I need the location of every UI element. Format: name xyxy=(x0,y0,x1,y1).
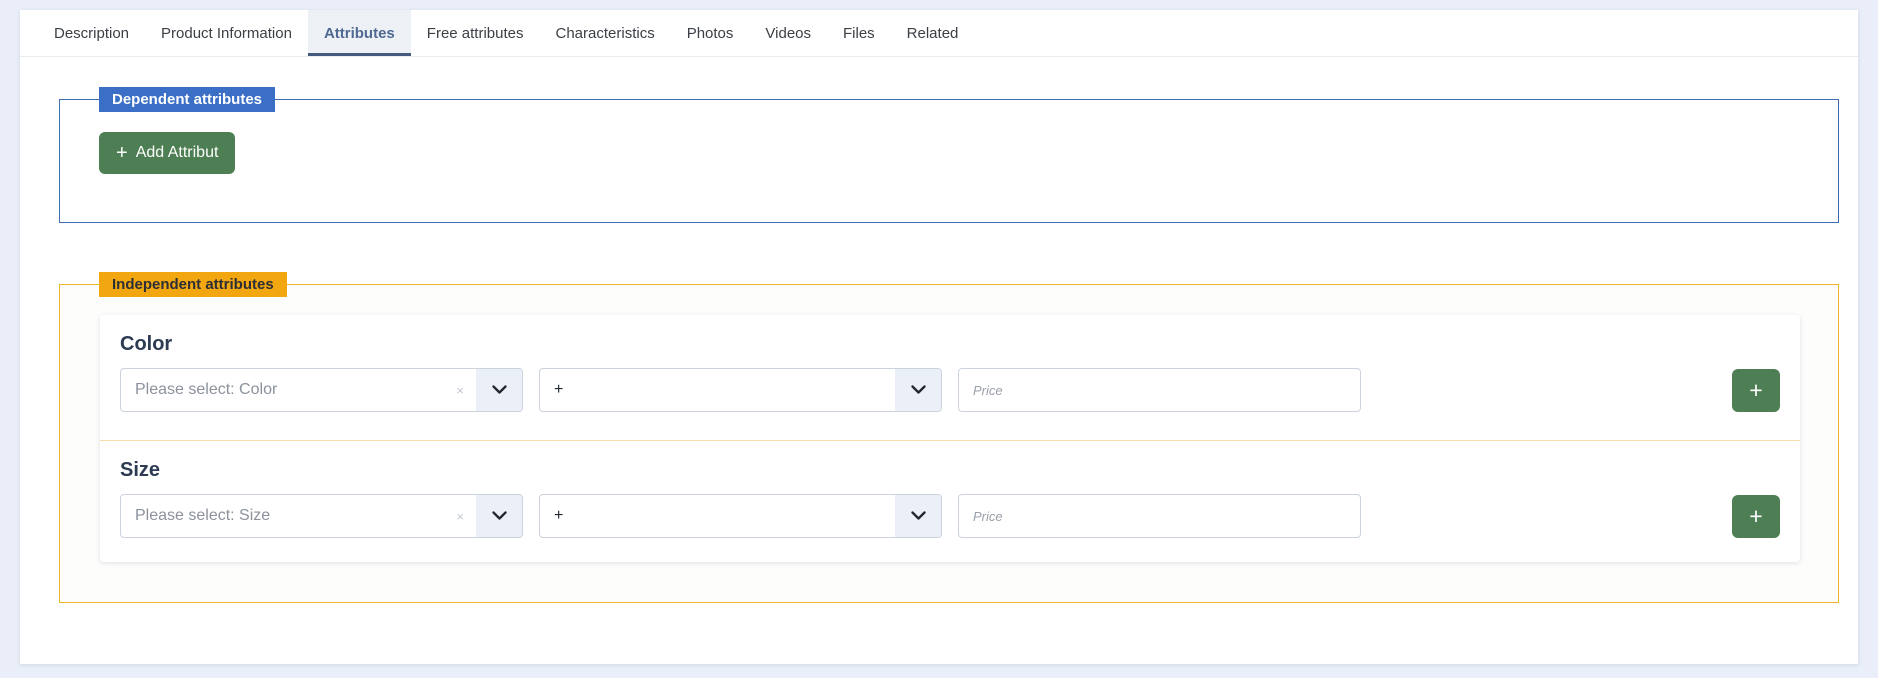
clear-icon[interactable]: × xyxy=(456,384,476,397)
select-placeholder: Please select: Color xyxy=(121,381,456,399)
clear-icon[interactable]: × xyxy=(456,510,476,523)
attribute-controls-row: Please select: Color × + xyxy=(120,368,1780,412)
page: Description Product Information Attribut… xyxy=(0,0,1878,678)
attribute-controls-row: Please select: Size × + xyxy=(120,494,1780,538)
chevron-down-icon[interactable] xyxy=(476,495,522,537)
attribute-group-title: Size xyxy=(120,459,1780,482)
select-placeholder: Please select: Size xyxy=(121,507,456,525)
tab-bar: Description Product Information Attribut… xyxy=(20,10,1858,57)
attribute-group-color: Color Please select: Color × + xyxy=(100,315,1800,440)
tab-files[interactable]: Files xyxy=(827,10,891,56)
tab-description[interactable]: Description xyxy=(38,10,145,56)
add-color-value-button[interactable]: + xyxy=(1732,369,1780,412)
dependent-attributes-section: Dependent attributes + Add Attribut xyxy=(59,99,1839,223)
tab-attributes[interactable]: Attributes xyxy=(308,10,411,56)
plus-icon: + xyxy=(1749,505,1762,528)
tab-related[interactable]: Related xyxy=(891,10,975,56)
chevron-down-icon[interactable] xyxy=(895,369,941,411)
attribute-group-size: Size Please select: Size × + xyxy=(100,440,1800,562)
plus-icon: + xyxy=(116,143,128,163)
plus-icon: + xyxy=(1749,379,1762,402)
size-value-select[interactable]: + xyxy=(539,494,942,538)
tab-free-attributes[interactable]: Free attributes xyxy=(411,10,540,56)
tab-characteristics[interactable]: Characteristics xyxy=(540,10,671,56)
color-price-input[interactable] xyxy=(958,368,1361,412)
size-attribute-select[interactable]: Please select: Size × xyxy=(120,494,523,538)
tab-product-information[interactable]: Product Information xyxy=(145,10,308,56)
chevron-down-icon[interactable] xyxy=(895,495,941,537)
tab-videos[interactable]: Videos xyxy=(749,10,827,56)
add-attribute-button[interactable]: + Add Attribut xyxy=(99,132,235,174)
content-panel: Description Product Information Attribut… xyxy=(20,10,1858,664)
select-value: + xyxy=(540,507,895,525)
size-price-input[interactable] xyxy=(958,494,1361,538)
dependent-attributes-legend: Dependent attributes xyxy=(99,87,275,112)
select-value: + xyxy=(540,381,895,399)
color-value-select[interactable]: + xyxy=(539,368,942,412)
independent-attributes-card: Color Please select: Color × + xyxy=(100,315,1800,562)
attribute-group-title: Color xyxy=(120,333,1780,356)
add-size-value-button[interactable]: + xyxy=(1732,495,1780,538)
color-attribute-select[interactable]: Please select: Color × xyxy=(120,368,523,412)
independent-attributes-legend: Independent attributes xyxy=(99,272,287,297)
add-attribute-button-label: Add Attribut xyxy=(136,144,219,162)
independent-attributes-section: Independent attributes Color Please sele… xyxy=(59,284,1839,603)
chevron-down-icon[interactable] xyxy=(476,369,522,411)
tab-photos[interactable]: Photos xyxy=(671,10,750,56)
